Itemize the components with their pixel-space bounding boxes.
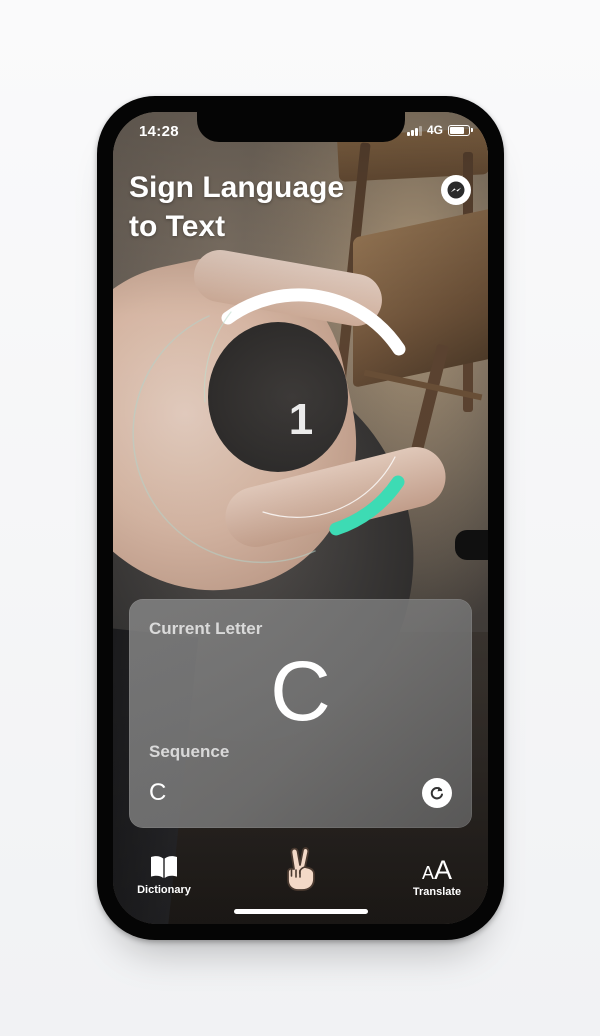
tab-dictionary-label: Dictionary xyxy=(137,884,191,896)
victory-hand-icon[interactable] xyxy=(279,845,323,891)
signal-icon xyxy=(406,125,422,136)
page-title: Sign Language to Text xyxy=(129,168,379,246)
phone-frame: 1 14:28 4G Sign Language to Text Current… xyxy=(97,96,504,940)
tab-translate[interactable]: A A Translate xyxy=(406,854,468,899)
sequence-label: Sequence xyxy=(149,742,230,761)
status-time: 14:28 xyxy=(139,123,179,140)
refresh-icon xyxy=(430,786,443,800)
network-type: 4G xyxy=(426,123,443,137)
messenger-icon xyxy=(447,181,465,199)
app-screen: 1 14:28 4G Sign Language to Text Current… xyxy=(113,112,488,924)
countdown-number: 1 xyxy=(288,395,314,444)
battery-icon xyxy=(448,124,473,136)
notch xyxy=(197,112,405,142)
reset-sequence-button[interactable] xyxy=(422,778,452,808)
page-title-line1: Sign Language xyxy=(129,171,345,204)
home-indicator[interactable] xyxy=(234,909,368,914)
current-letter: C xyxy=(270,644,331,738)
result-card: Current Letter C Sequence C xyxy=(129,599,472,828)
tab-translate-label: Translate xyxy=(412,886,462,898)
sequence-text: C xyxy=(149,779,167,806)
tab-dictionary[interactable]: Dictionary xyxy=(133,854,195,896)
current-letter-label: Current Letter xyxy=(149,619,263,638)
book-icon xyxy=(151,856,177,878)
text-size-icon: A A xyxy=(421,855,453,885)
page-title-line2: to Text xyxy=(129,210,226,243)
status-indicators: 4G xyxy=(406,123,473,137)
messenger-button[interactable] xyxy=(441,175,471,205)
